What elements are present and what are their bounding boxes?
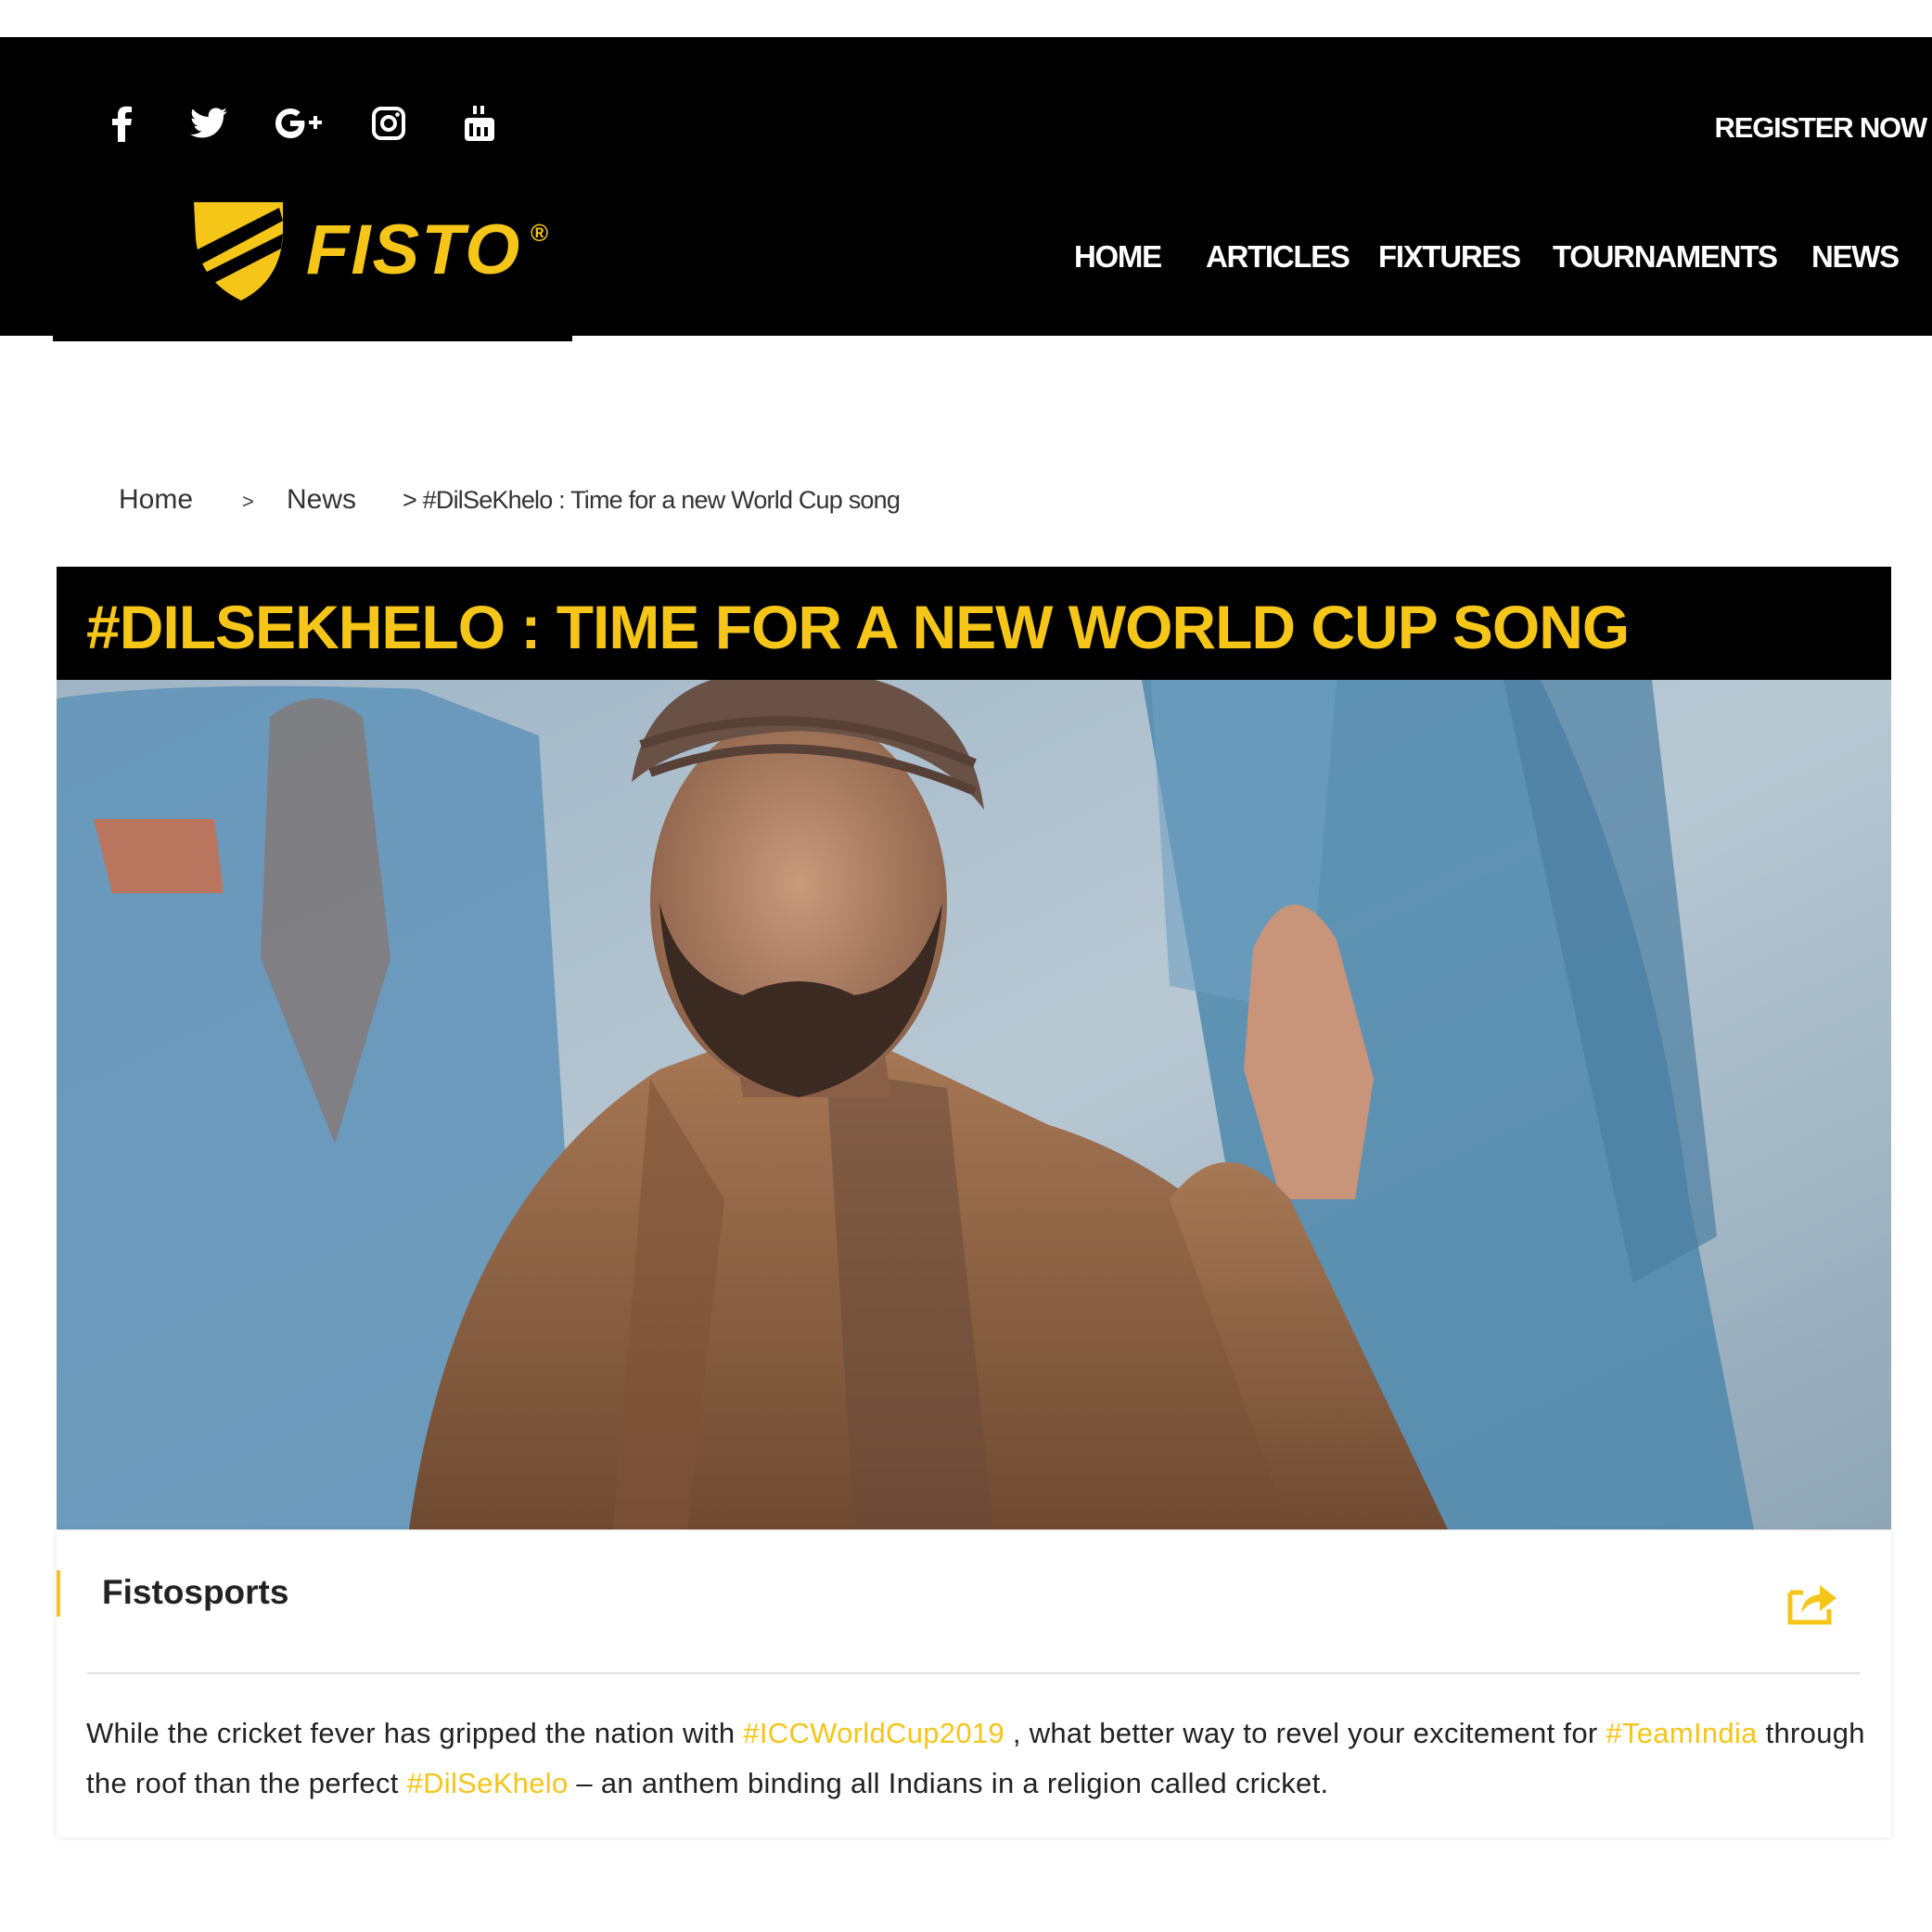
nav-home[interactable]: HOME: [1074, 239, 1162, 275]
article-author: Fistosports: [102, 1573, 289, 1611]
instagram-icon[interactable]: [369, 100, 408, 147]
article-paragraph: While the cricket fever has gripped the …: [86, 1708, 1876, 1809]
body-text: , what better way to revel your exciteme…: [1004, 1717, 1606, 1749]
nav-articles[interactable]: ARTICLES: [1206, 239, 1350, 275]
logo-text[interactable]: FISTO: [306, 215, 521, 286]
nav-fixtures[interactable]: FIXTURES: [1378, 239, 1521, 275]
author-accent-bar: [57, 1570, 60, 1617]
google-plus-icon[interactable]: [273, 100, 326, 147]
register-now-link[interactable]: REGISTER NOW: [1715, 111, 1928, 145]
body-text: While the cricket fever has gripped the …: [86, 1717, 744, 1749]
breadcrumb-news[interactable]: News: [287, 484, 356, 516]
logo-underline: [53, 336, 572, 341]
article-title: #DILSEKHELO : TIME FOR A NEW WORLD CUP S…: [86, 593, 1630, 661]
fisto-shield-icon[interactable]: [190, 197, 292, 303]
nav-news[interactable]: NEWS: [1811, 239, 1900, 275]
nav-tournaments[interactable]: TOURNAMENTS: [1553, 239, 1778, 275]
article-hero-image: [57, 680, 1891, 1529]
body-text: – an anthem binding all Indians in a rel…: [568, 1767, 1329, 1799]
breadcrumb-current: > #DilSeKhelo : Time for a new World Cup…: [403, 486, 901, 514]
hashtag-iccworldcup2019[interactable]: #ICCWorldCup2019: [743, 1717, 1004, 1749]
youtube-icon[interactable]: [461, 100, 498, 147]
hashtag-teamindia[interactable]: #TeamIndia: [1606, 1717, 1757, 1749]
twitter-icon[interactable]: [187, 100, 230, 147]
facebook-icon[interactable]: [106, 100, 139, 147]
hashtag-dilsekhelo[interactable]: #DilSeKhelo: [407, 1767, 569, 1799]
share-icon[interactable]: [1786, 1580, 1838, 1626]
author-divider: [87, 1672, 1861, 1674]
registered-mark: ®: [531, 219, 549, 247]
breadcrumb-separator: >: [242, 490, 254, 513]
breadcrumb-home[interactable]: Home: [119, 484, 193, 516]
